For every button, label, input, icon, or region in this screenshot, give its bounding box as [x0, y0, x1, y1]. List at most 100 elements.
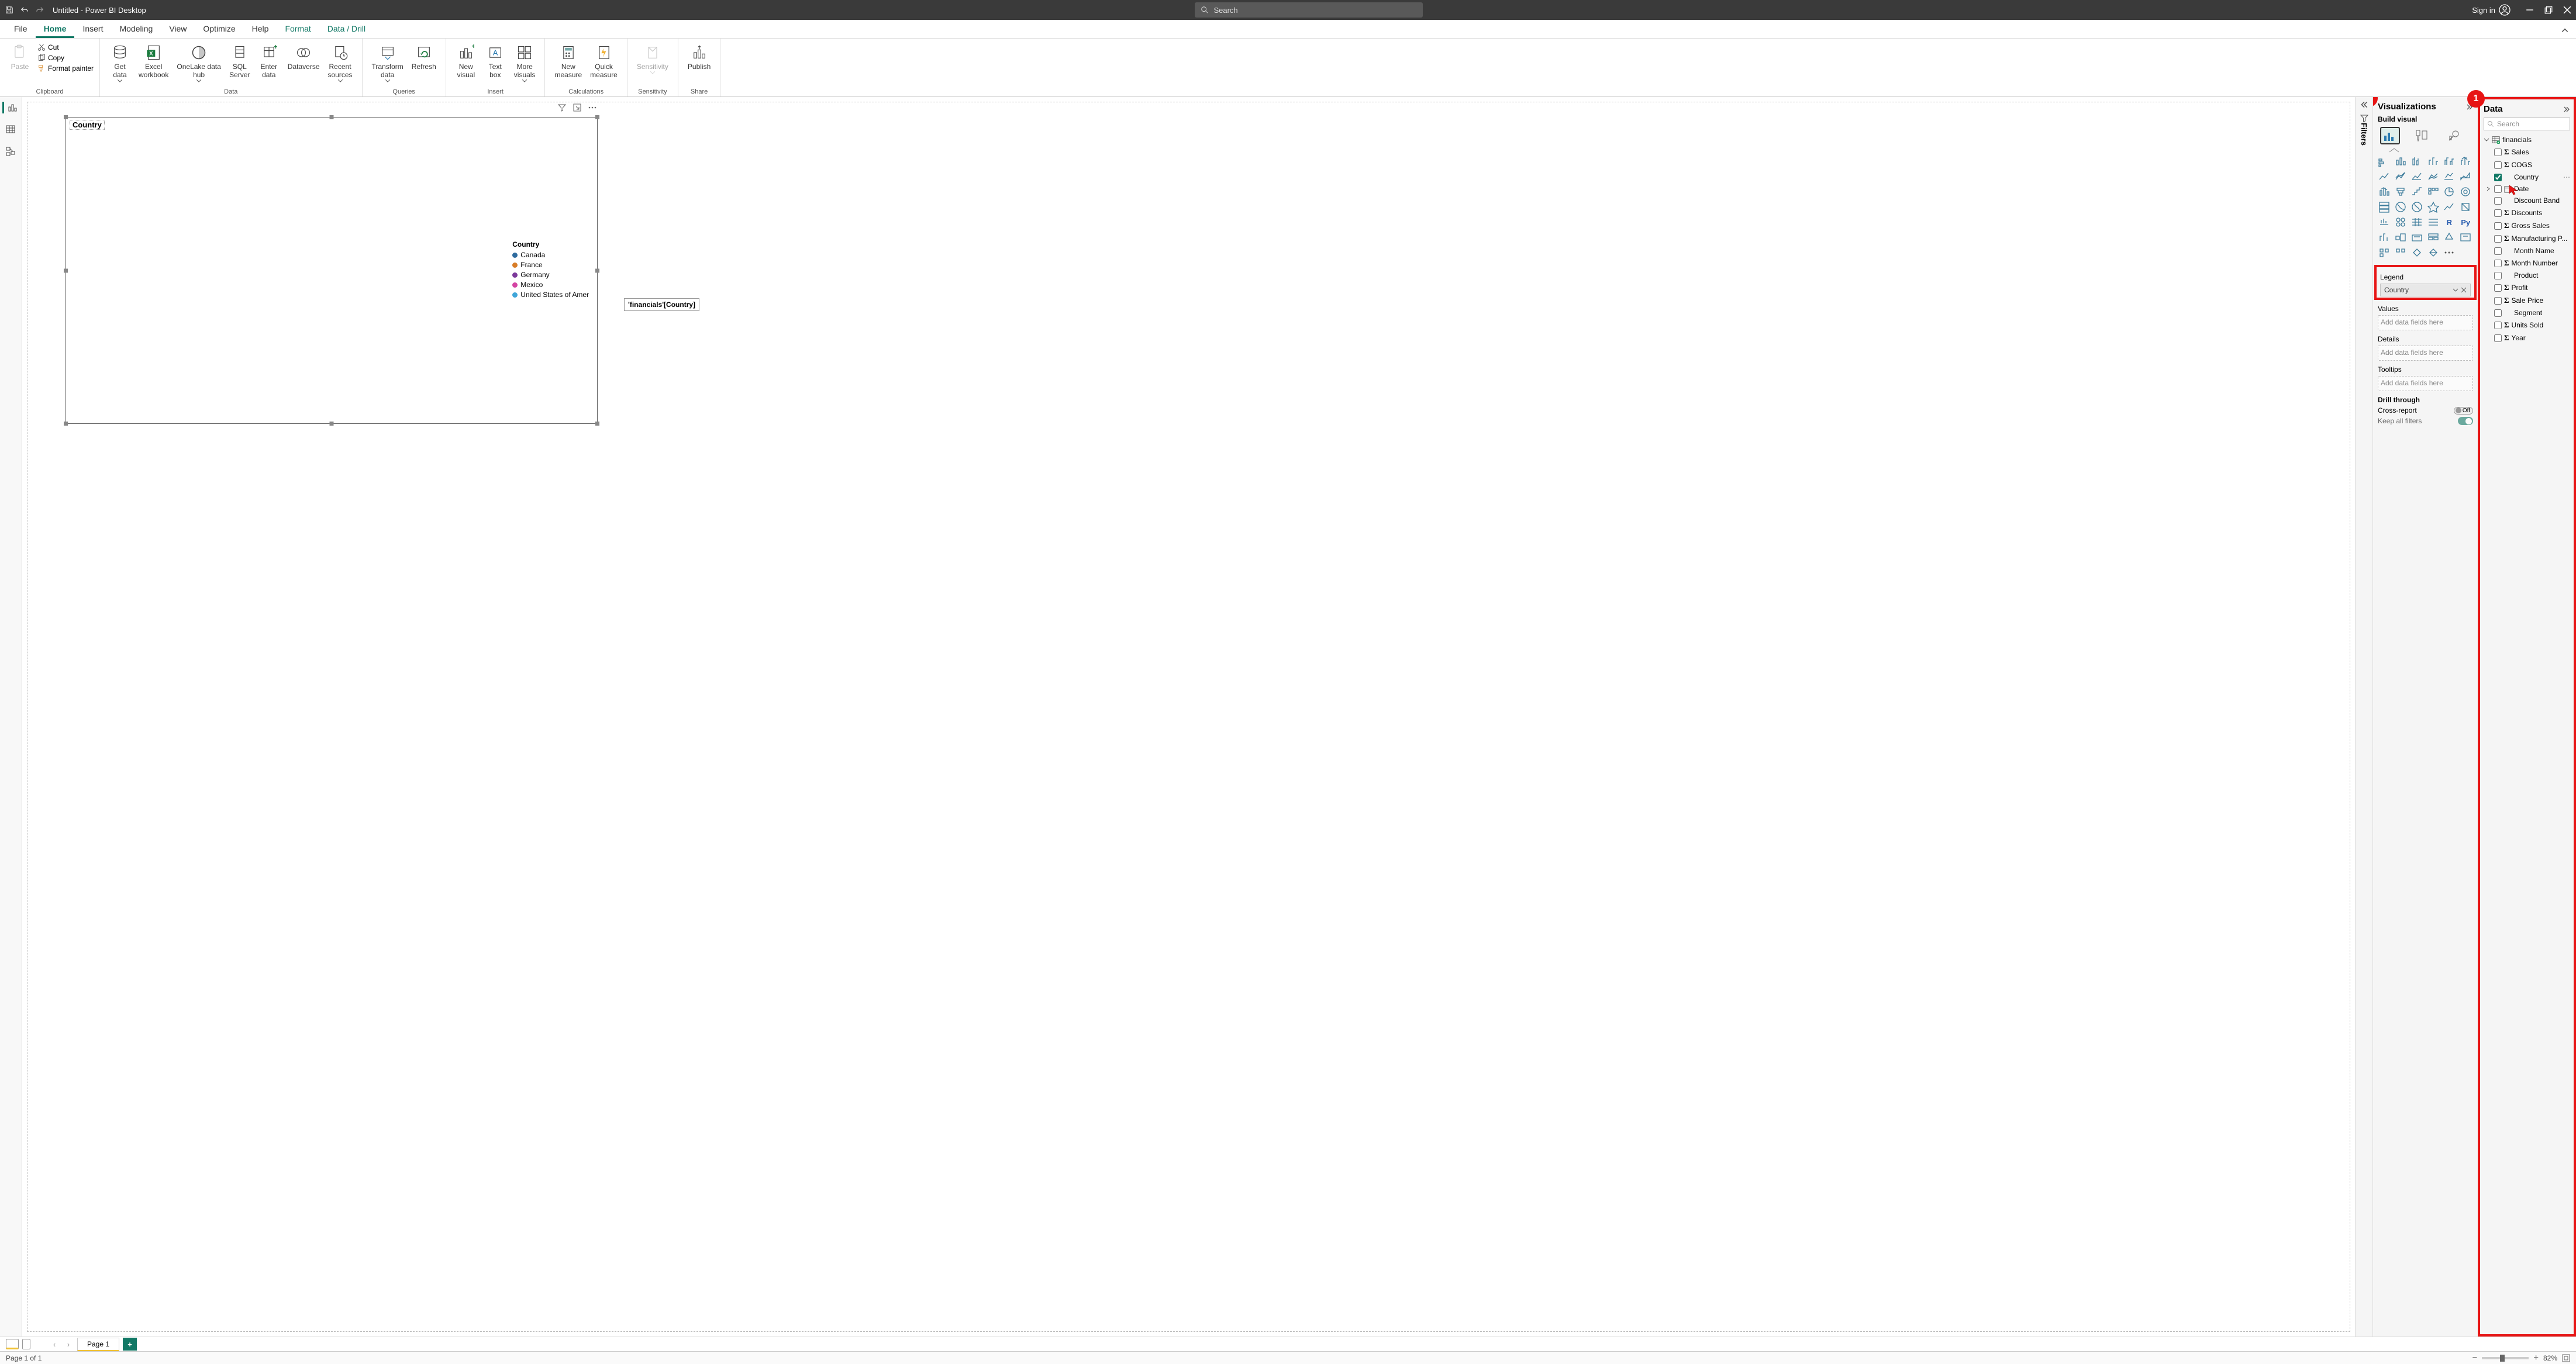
viz-type-icon[interactable] — [2378, 231, 2391, 244]
text-box-button[interactable]: AText box — [481, 41, 509, 82]
viz-type-icon[interactable] — [2411, 170, 2423, 183]
paste-button[interactable]: Paste — [6, 41, 34, 74]
viz-type-icon[interactable] — [2459, 231, 2472, 244]
menu-file[interactable]: File — [6, 20, 36, 38]
field-row[interactable]: Discount Band — [2484, 195, 2570, 206]
viz-type-icon[interactable] — [2459, 170, 2472, 183]
viz-type-icon[interactable] — [2378, 201, 2391, 213]
dataverse-button[interactable]: Dataverse — [284, 41, 323, 74]
field-row[interactable]: Product — [2484, 270, 2570, 281]
viz-type-icon[interactable]: Py — [2459, 216, 2472, 229]
viz-type-icon[interactable] — [2443, 185, 2456, 198]
onelake-button[interactable]: OneLake data hub — [173, 41, 224, 85]
menu-format[interactable]: Format — [277, 20, 319, 38]
field-row[interactable]: ΣGross Sales — [2484, 219, 2570, 232]
fit-page-icon[interactable] — [2562, 1354, 2570, 1362]
field-row[interactable]: Date — [2484, 183, 2570, 195]
menu-home[interactable]: Home — [36, 20, 75, 38]
page-tab-1[interactable]: Page 1 — [77, 1338, 119, 1351]
viz-type-icon[interactable] — [2411, 185, 2423, 198]
viz-type-icon[interactable] — [2443, 155, 2456, 168]
viz-type-icon[interactable] — [2459, 201, 2472, 213]
viz-type-icon[interactable] — [2411, 201, 2423, 213]
quick-measure-button[interactable]: Quick measure — [587, 41, 621, 82]
field-checkbox[interactable] — [2494, 272, 2502, 279]
field-row[interactable]: ΣSales — [2484, 146, 2570, 158]
sensitivity-button[interactable]: Sensitivity — [633, 41, 672, 77]
menu-data-drill[interactable]: Data / Drill — [319, 20, 374, 38]
legend-item[interactable]: France — [512, 261, 589, 269]
field-checkbox[interactable] — [2494, 197, 2502, 205]
sql-button[interactable]: SQL Server — [226, 41, 254, 82]
zoom-out-button[interactable]: − — [2472, 1353, 2477, 1363]
field-checkbox[interactable] — [2494, 235, 2502, 243]
next-page-icon[interactable]: › — [63, 1340, 74, 1349]
legend-item[interactable]: Germany — [512, 271, 589, 279]
format-tab[interactable] — [2412, 127, 2432, 144]
viz-type-icon[interactable] — [2394, 231, 2407, 244]
viz-type-icon[interactable] — [2427, 155, 2440, 168]
viz-type-icon[interactable] — [2378, 155, 2391, 168]
filters-pane-collapsed[interactable]: Filters — [2355, 97, 2372, 1337]
expand-filters-icon[interactable] — [2360, 101, 2368, 109]
minimize-icon[interactable] — [2526, 6, 2534, 14]
analytics-tab[interactable] — [2443, 127, 2463, 144]
viz-type-icon[interactable] — [2411, 155, 2423, 168]
table-node[interactable]: financials — [2484, 134, 2570, 146]
enter-data-button[interactable]: +Enter data — [255, 41, 283, 82]
zoom-in-button[interactable]: + — [2533, 1353, 2539, 1363]
viz-type-icon[interactable] — [2427, 201, 2440, 213]
field-row[interactable]: ΣSale Price — [2484, 294, 2570, 307]
global-search[interactable]: Search — [1195, 2, 1423, 18]
chevron-down-icon[interactable] — [2453, 287, 2458, 293]
field-checkbox[interactable] — [2494, 161, 2502, 169]
menu-modeling[interactable]: Modeling — [111, 20, 161, 38]
field-row[interactable]: ΣYear — [2484, 331, 2570, 344]
field-checkbox[interactable] — [2494, 222, 2502, 230]
data-search[interactable]: Search — [2484, 118, 2570, 130]
legend-item[interactable]: Canada — [512, 251, 589, 259]
menu-help[interactable]: Help — [244, 20, 277, 38]
field-checkbox[interactable] — [2494, 334, 2502, 342]
field-row[interactable]: ΣCOGS — [2484, 158, 2570, 171]
cut-button[interactable]: Cut — [37, 43, 94, 51]
redo-icon[interactable] — [35, 5, 44, 15]
legend-field-chip[interactable]: Country — [2380, 284, 2471, 296]
build-tab[interactable] — [2380, 127, 2400, 144]
new-measure-button[interactable]: New measure — [551, 41, 585, 82]
viz-type-icon[interactable] — [2378, 170, 2391, 183]
viz-type-icon[interactable] — [2427, 185, 2440, 198]
undo-icon[interactable] — [20, 5, 29, 15]
menu-insert[interactable]: Insert — [74, 20, 111, 38]
close-icon[interactable] — [2563, 6, 2571, 14]
viz-type-icon[interactable] — [2411, 246, 2423, 259]
field-row[interactable]: Segment — [2484, 307, 2570, 319]
viz-type-icon[interactable]: R — [2443, 216, 2456, 229]
chevron-down-icon[interactable] — [2484, 137, 2489, 143]
viz-type-icon[interactable] — [2427, 170, 2440, 183]
keep-filters-toggle[interactable] — [2458, 417, 2473, 425]
publish-button[interactable]: Publish — [684, 41, 714, 74]
format-painter-button[interactable]: Format painter — [37, 64, 94, 72]
mobile-layout-icon[interactable] — [22, 1339, 30, 1349]
report-canvas[interactable]: Country Country CanadaFranceGermanyMexic… — [22, 97, 2355, 1337]
viz-type-icon[interactable] — [2394, 216, 2407, 229]
zoom-slider[interactable] — [2482, 1357, 2529, 1359]
field-checkbox[interactable] — [2494, 297, 2502, 305]
viz-type-icon[interactable] — [2443, 246, 2456, 259]
model-view-icon[interactable] — [5, 146, 17, 158]
collapse-ribbon-icon[interactable] — [2561, 26, 2569, 34]
more-visuals-button[interactable]: More visuals — [511, 41, 539, 85]
collapse-data-icon[interactable] — [2563, 106, 2570, 113]
desktop-layout-icon[interactable] — [6, 1339, 19, 1349]
add-page-button[interactable]: + — [123, 1338, 137, 1351]
refresh-button[interactable]: Refresh — [408, 41, 440, 74]
more-options-icon[interactable] — [588, 103, 597, 112]
field-row[interactable]: ΣMonth Number — [2484, 257, 2570, 270]
filter-icon[interactable] — [557, 103, 567, 112]
save-icon[interactable] — [5, 5, 14, 15]
prev-page-icon[interactable]: ‹ — [49, 1340, 60, 1349]
field-checkbox[interactable] — [2494, 174, 2502, 181]
viz-type-icon[interactable] — [2459, 155, 2472, 168]
viz-type-icon[interactable] — [2427, 231, 2440, 244]
